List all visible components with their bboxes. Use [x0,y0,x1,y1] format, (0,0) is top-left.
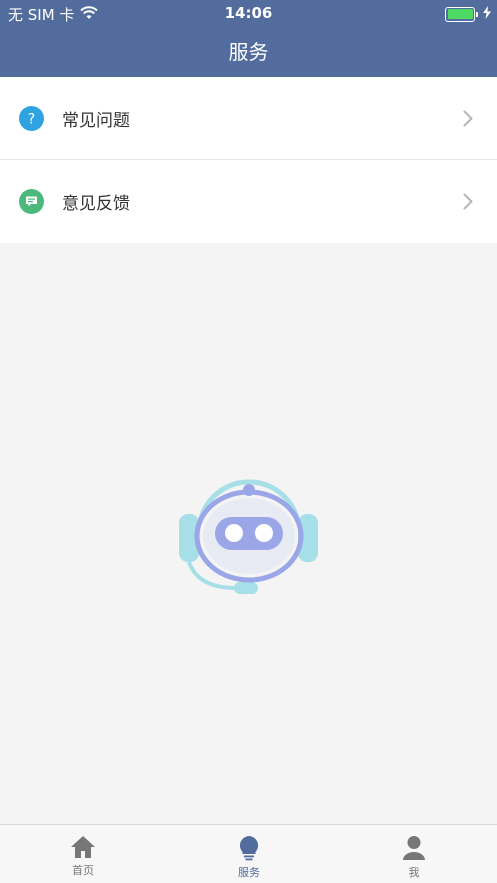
tab-service[interactable]: 服务 [166,825,332,883]
menu-item-label: 意见反馈 [62,194,130,214]
user-icon [331,835,497,861]
tab-profile[interactable]: 我 [331,825,497,883]
status-right [445,5,491,23]
tab-label: 服务 [238,866,260,879]
tab-label: 首页 [72,864,94,877]
menu-item-label: 常见问题 [62,110,130,131]
charging-bolt-icon [483,5,491,23]
robot-headset-icon [178,470,320,598]
battery-level [447,9,473,19]
page-title: 服务 [228,40,269,64]
lightbulb-icon [166,835,332,861]
menu-item-faq[interactable]: ? 常见问题 [0,77,497,160]
menu-item-feedback[interactable]: 意见反馈 [0,160,497,243]
tab-bar: 首页 服务 我 [0,824,497,883]
service-menu: ? 常见问题 意见反馈 [0,77,497,243]
battery-icon [445,6,478,22]
svg-text:?: ? [28,111,35,127]
tab-home[interactable]: 首页 [0,825,166,883]
tab-label: 我 [408,866,420,879]
navigation-header: 无 SIM 卡 14:06 服务 [0,0,497,77]
chevron-right-icon [463,193,473,214]
status-time: 14:06 [224,4,273,22]
message-circle-icon [19,189,44,214]
chevron-right-icon [463,110,473,131]
home-icon [0,835,166,859]
question-circle-icon: ? [19,105,44,131]
status-bar: 无 SIM 卡 14:06 [0,0,497,26]
